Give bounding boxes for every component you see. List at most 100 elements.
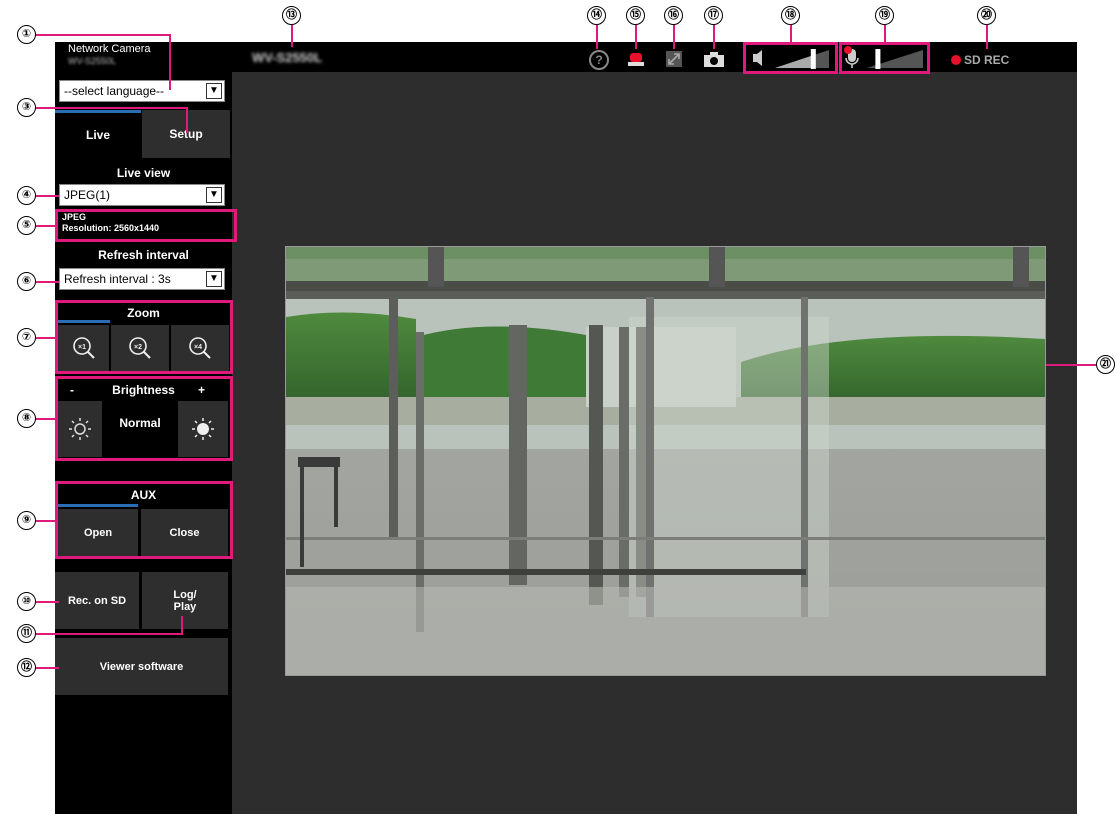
model-label-small: WV-S2550L [68, 56, 117, 66]
aux-close-label: Close [169, 526, 200, 539]
sd-rec-label: SD REC [964, 53, 1010, 67]
language-select[interactable]: --select language-- ▼ [59, 80, 225, 102]
aux-open-button[interactable]: Open [58, 509, 138, 556]
zoom-x2-button[interactable]: ×2 [111, 325, 169, 371]
callout-line [186, 107, 188, 133]
callout-marker-5: ⑤ [17, 216, 36, 235]
viewer-software-label: Viewer software [99, 660, 184, 673]
callout-marker-20: ⑳ [977, 6, 996, 25]
rec-dot-icon [951, 55, 961, 65]
aux-open-label: Open [83, 526, 113, 539]
callout-line [596, 25, 598, 49]
fullscreen-icon[interactable] [665, 50, 683, 68]
callout-line [35, 418, 55, 420]
stream-resolution: Resolution: 2560x1440 [62, 223, 160, 233]
svg-text:×4: ×4 [194, 344, 202, 351]
zoom-x4-icon: ×4 [189, 337, 211, 359]
callout-marker-16: ⑯ [664, 6, 683, 25]
aux-underline [58, 504, 138, 507]
speaker-volume-control[interactable] [747, 45, 833, 71]
callout-marker-13: ⑬ [282, 6, 301, 25]
brightness-up-button[interactable] [178, 401, 228, 457]
callout-line [1046, 364, 1100, 366]
camera-live-image[interactable] [285, 246, 1046, 676]
tab-live-label: Live [85, 127, 110, 142]
log-play-button[interactable]: Log/ Play [142, 572, 228, 629]
model-title: WV-S2550L [252, 50, 323, 65]
callout-marker-4: ④ [17, 186, 36, 205]
mic-volume-control[interactable] [843, 45, 927, 71]
stream-codec: JPEG [62, 212, 87, 222]
callout-line [35, 633, 182, 635]
zoom-x1-button[interactable]: ×1 [58, 325, 109, 371]
brightness-down-button[interactable] [58, 401, 102, 457]
callout-line [20, 107, 187, 109]
callout-line [884, 25, 886, 43]
brightness-heading: Brightness [112, 383, 175, 397]
callout-line [986, 25, 988, 49]
callout-marker-3: ③ [17, 98, 36, 117]
sun-outline-icon [69, 418, 91, 440]
stream-info: JPEG Resolution: 2560x1440 [62, 212, 159, 234]
zoom-heading: Zoom [127, 306, 160, 320]
callout-marker-14: ⑭ [587, 6, 606, 25]
zoom-x4-button[interactable]: ×4 [171, 325, 229, 371]
refresh-interval-select[interactable]: Refresh interval : 3s ▼ [59, 268, 225, 290]
callout-marker-19: ⑲ [875, 6, 894, 25]
rec-on-sd-label: Rec. on SD [67, 594, 127, 607]
aux-heading: AUX [130, 488, 157, 502]
log-play-label-1: Log/ [173, 588, 197, 601]
help-icon[interactable]: ? [589, 50, 609, 70]
viewer-software-button[interactable]: Viewer software [55, 638, 228, 695]
tab-live[interactable]: Live [55, 111, 141, 158]
callout-line [35, 195, 59, 197]
callout-line [35, 520, 55, 522]
live-view-heading: Live view [116, 166, 171, 180]
zoom-underline [58, 320, 110, 323]
product-line-label: Network Camera [68, 43, 151, 55]
zoom-x2-icon: ×2 [129, 337, 151, 359]
callout-marker-12: ⑫ [17, 658, 36, 677]
callout-line [20, 34, 170, 36]
callout-marker-6: ⑥ [17, 272, 36, 291]
refresh-interval-heading: Refresh interval [98, 248, 189, 262]
log-play-label-2: Play [173, 600, 197, 613]
callout-marker-1: ① [17, 25, 36, 44]
callout-line [635, 25, 637, 49]
zoom-x1-icon: ×1 [72, 337, 95, 359]
callout-line [35, 601, 59, 603]
callout-line [673, 25, 675, 49]
aux-close-button[interactable]: Close [141, 509, 228, 556]
callout-marker-10: ⑩ [17, 592, 36, 611]
stream-select[interactable]: JPEG(1) ▼ [59, 184, 225, 206]
callout-line [35, 281, 59, 283]
callout-marker-21: ㉑ [1096, 355, 1115, 374]
callout-line [35, 667, 59, 669]
brightness-value: Normal [119, 416, 161, 430]
callout-marker-8: ⑧ [17, 409, 36, 428]
callout-line [35, 337, 55, 339]
tab-live-underline [55, 110, 141, 113]
callout-marker-17: ⑰ [704, 6, 723, 25]
callout-marker-18: ⑱ [781, 6, 800, 25]
svg-text:×2: ×2 [134, 344, 142, 351]
refresh-interval-value: Refresh interval : 3s [64, 272, 171, 286]
rec-on-sd-button[interactable]: Rec. on SD [55, 572, 139, 629]
sd-rec-indicator: SD REC [951, 52, 1009, 68]
callout-line [35, 225, 55, 227]
callout-marker-7: ⑦ [17, 328, 36, 347]
callout-marker-11: ⑪ [17, 624, 36, 643]
svg-text:×1: ×1 [78, 344, 86, 351]
stream-value: JPEG(1) [64, 188, 111, 202]
callout-line [181, 616, 183, 635]
sun-filled-icon [192, 418, 214, 440]
alarm-icon[interactable] [627, 50, 645, 68]
callout-marker-9: ⑨ [17, 511, 36, 530]
brightness-plus-label: + [198, 383, 206, 397]
snapshot-camera-icon[interactable] [703, 50, 725, 68]
chevron-down-icon: ▼ [206, 187, 222, 203]
chevron-down-icon: ▼ [206, 271, 222, 287]
callout-line [790, 25, 792, 43]
callout-line [169, 34, 171, 90]
language-value: --select language-- [64, 84, 165, 98]
